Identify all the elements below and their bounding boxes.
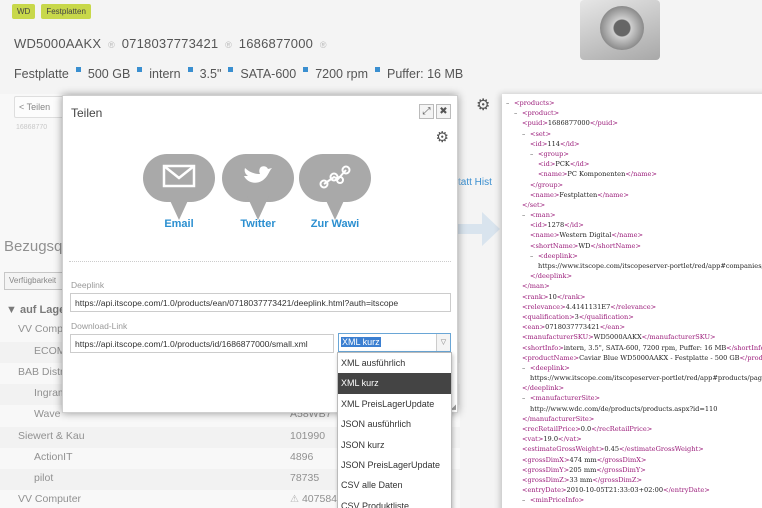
tag-list: WD Festplatten xyxy=(12,4,91,19)
format-option[interactable]: JSON PreisLagerUpdate xyxy=(338,455,451,475)
xml-line: <relevance>4.4141131E7</relevance> xyxy=(522,302,657,311)
xml-line: </set> xyxy=(522,200,546,209)
xml-line: <vat>19.0</vat> xyxy=(522,435,582,444)
xml-line: – <group> xyxy=(530,149,569,158)
share-wawi-button[interactable]: Zur Wawi xyxy=(297,154,373,230)
xml-line: <shortName>WD</shortName> xyxy=(530,241,641,250)
format-select[interactable]: XML kurz ▽ xyxy=(338,333,451,352)
spec-item: SATA-600 xyxy=(240,67,297,81)
xml-line: </deeplink> xyxy=(522,384,564,393)
xml-line: – <products> xyxy=(506,99,555,107)
arrow-right-icon xyxy=(454,212,500,246)
format-option[interactable]: CSV Produktliste xyxy=(338,496,451,508)
xml-line: </man> xyxy=(522,282,550,291)
expand-icon[interactable]: ⤢ xyxy=(419,104,434,119)
download-link-label: Download-Link xyxy=(71,321,128,331)
xml-line: </manufacturerSite> xyxy=(522,414,595,423)
xml-line: <rank>10</rank> xyxy=(522,292,586,301)
xml-line: <id>114</id> xyxy=(530,139,580,148)
email-icon xyxy=(162,164,196,188)
deeplink-label: Deeplink xyxy=(71,280,105,290)
twitter-bird-icon xyxy=(244,166,272,183)
spec-item: 3.5" xyxy=(199,67,222,81)
format-option[interactable]: XML ausführlich xyxy=(338,353,451,373)
spec-item: intern xyxy=(149,67,181,81)
xml-line: <name>PC Komponenten</name> xyxy=(538,170,657,179)
xml-line: <productName>Caviar Blue WD5000AAKX - Fe… xyxy=(522,353,762,362)
xml-line: <ean>0718037773421</ean> xyxy=(522,323,626,332)
tag-brand[interactable]: WD xyxy=(12,4,36,19)
xml-line: <grossDimZ>33 mm</grossDimZ> xyxy=(522,475,643,484)
xml-line: <grossDimY>205 mm</grossDimY> xyxy=(522,465,646,474)
share-email-button[interactable]: Email xyxy=(141,154,217,230)
share-twitter-button[interactable]: Twitter xyxy=(220,154,296,230)
xml-line: https://www.itscope.com/itscopeserver-po… xyxy=(530,374,762,383)
format-option[interactable]: XML PreisLagerUpdate xyxy=(338,394,451,414)
xml-line: </group> xyxy=(530,180,564,189)
xml-line: – <deeplink> xyxy=(522,363,570,372)
xml-line: – <set> xyxy=(522,129,551,138)
xml-line: <puid>1686877000</puid> xyxy=(522,119,618,128)
xml-line: http://www.wdc.com/de/products/products.… xyxy=(530,404,718,413)
settings-gear-icon[interactable]: ⚙ xyxy=(436,128,449,146)
xml-line: https://www.itscope.com/itscopeserver-po… xyxy=(538,262,762,270)
chevron-down-icon[interactable]: ▽ xyxy=(436,334,450,351)
format-option[interactable]: JSON kurz xyxy=(338,435,451,455)
product-title: WD5000AAKX ® 0718037773421 ® 1686877000 … xyxy=(14,36,327,51)
format-option[interactable]: CSV alle Daten xyxy=(338,475,451,495)
xml-line: <qualification>3</qualification> xyxy=(522,312,634,321)
download-link-field[interactable]: https://api.itscope.com/1.0/products/id/… xyxy=(70,334,334,353)
xml-line: <estimateGrossWeight>0.45</estimateGross… xyxy=(522,445,704,454)
spec-item: Puffer: 16 MB xyxy=(387,67,464,81)
xml-line: – <manufacturerSite> xyxy=(522,394,601,403)
divider xyxy=(69,261,451,262)
xml-line: </deeplink> xyxy=(530,272,572,281)
spec-item: 500 GB xyxy=(87,67,131,81)
xml-line: – <deeplink> xyxy=(530,251,578,260)
xml-line: <name>Western Digital</name> xyxy=(530,231,643,240)
spec-item: 7200 rpm xyxy=(315,67,369,81)
xml-line: <id>PCK</id> xyxy=(538,160,590,169)
xml-line: <recRetailPrice>0.0</recRetailPrice> xyxy=(522,425,653,433)
xml-line: – <product> xyxy=(514,109,560,118)
format-option[interactable]: XML kurz xyxy=(338,373,451,394)
format-select-value: XML kurz xyxy=(341,337,381,347)
network-icon xyxy=(319,165,351,189)
product-ean: 0718037773421 xyxy=(121,36,219,51)
xml-line: – <minPriceInfo> xyxy=(522,496,585,505)
product-puid: 1686877000 xyxy=(238,36,314,51)
dialog-title: Teilen xyxy=(71,106,103,120)
xml-line: <grossDimX>474 mm</grossDimX> xyxy=(522,455,647,464)
format-option[interactable]: JSON ausführlich xyxy=(338,414,451,434)
xml-line: – <man> xyxy=(522,211,556,220)
close-icon[interactable]: ✖ xyxy=(436,104,451,119)
deeplink-field[interactable]: https://api.itscope.com/1.0/products/ean… xyxy=(70,293,451,312)
xml-preview: – <products> – <product> <puid>1686877000</p… xyxy=(502,94,762,508)
xml-line: <name>Festplatten</name> xyxy=(530,190,629,199)
tab-links[interactable]: tatt Hist xyxy=(458,177,492,188)
format-dropdown: XML ausführlich XML kurz XML PreisLagerUpd… xyxy=(337,352,452,508)
xml-line: <id>1278</id> xyxy=(530,221,584,230)
gear-icon[interactable]: ⚙ xyxy=(476,95,490,115)
xml-line: <manufacturerSKU>WD5000AAKX</manufacture… xyxy=(522,333,716,342)
spec-item: Festplatte xyxy=(14,67,69,81)
tag-category[interactable]: Festplatten xyxy=(41,4,91,19)
product-sku: WD5000AAKX xyxy=(14,36,102,51)
product-specs: Festplatte 500 GB intern 3.5" SATA-600 7… xyxy=(14,67,463,81)
product-image xyxy=(580,0,660,60)
xml-line: <entryDate>2010-10-05T21:33:03+02:00</en… xyxy=(522,486,710,495)
xml-line: <shortInfo>intern, 3.5", SATA-600, 7200 … xyxy=(522,343,762,352)
